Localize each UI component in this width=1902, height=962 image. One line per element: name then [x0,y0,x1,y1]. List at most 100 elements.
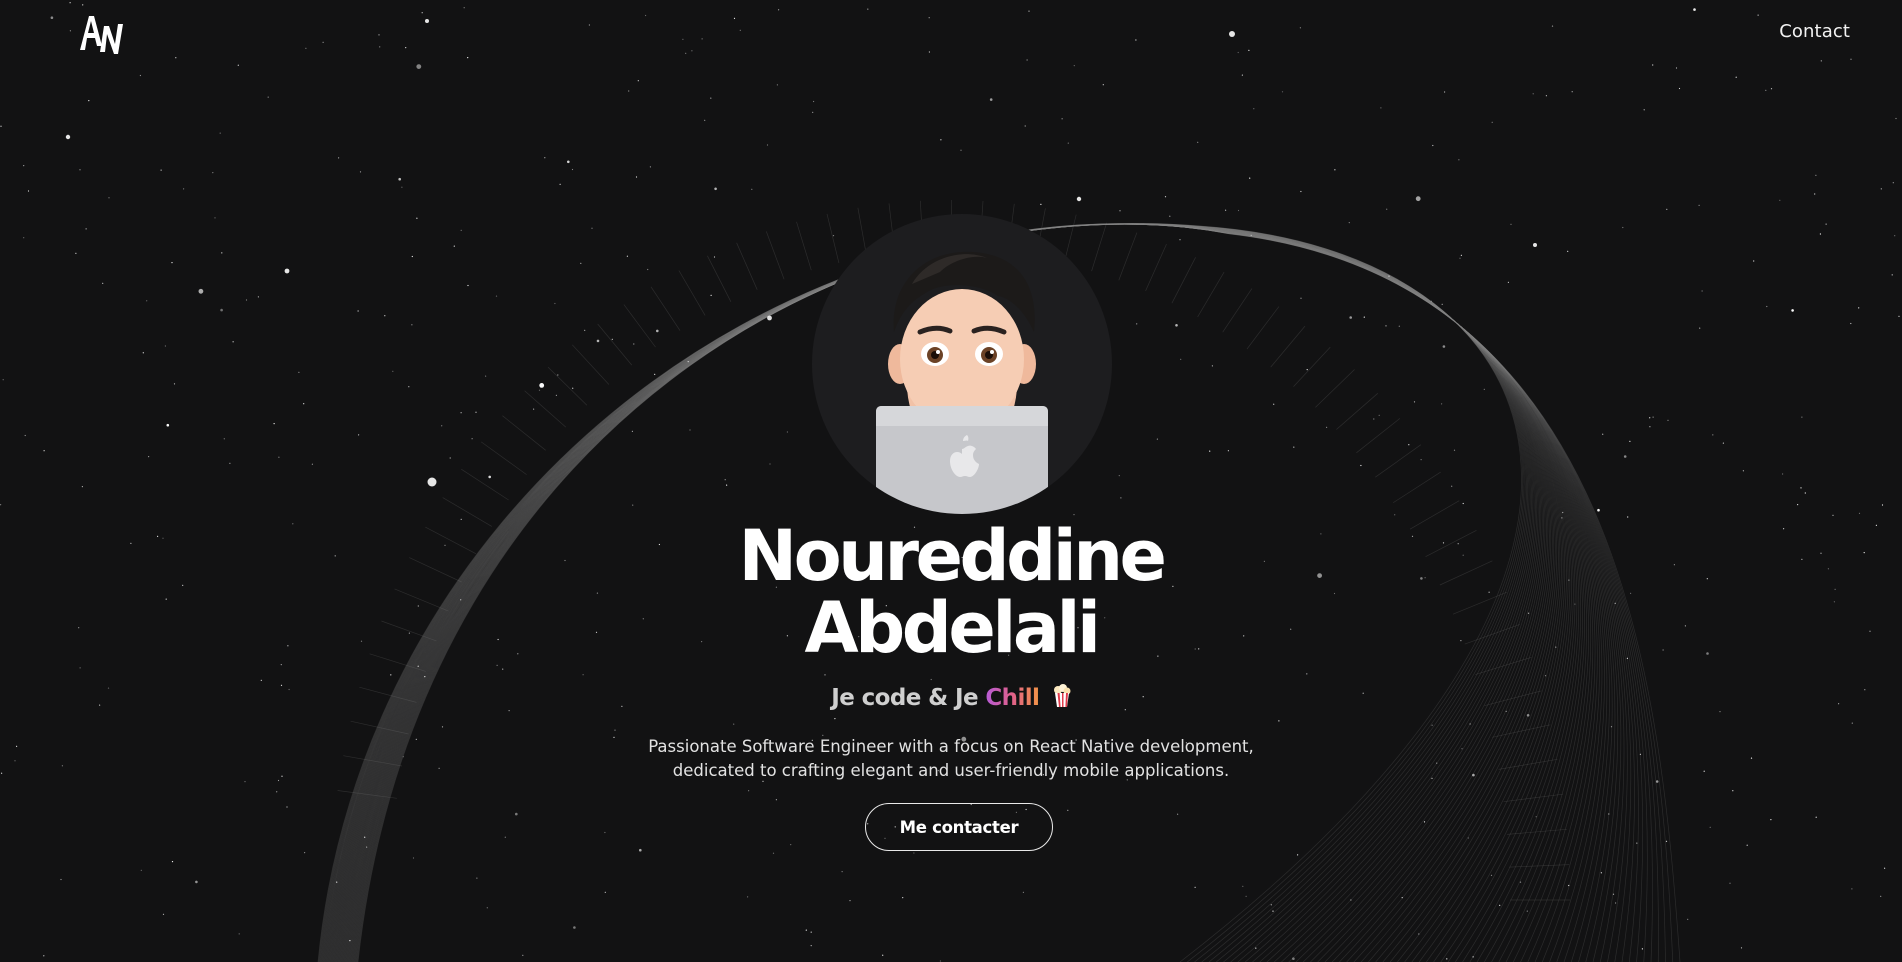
star [1709,826,1711,828]
star [1413,401,1416,403]
star [1641,948,1643,950]
star [989,98,993,101]
star [1179,239,1181,241]
star [0,504,2,506]
star [27,190,30,192]
logo-an-icon[interactable] [78,12,124,54]
star [580,262,582,264]
star [171,262,173,264]
star [733,723,735,725]
star [475,411,477,413]
star [1571,91,1573,93]
star [1446,958,1448,960]
mesh-line [1197,271,1225,318]
star [1229,31,1235,37]
star [405,47,407,49]
star [1255,947,1257,949]
star [1891,274,1893,276]
avatar [812,214,1112,514]
star [645,14,647,17]
star [1119,210,1121,212]
star [1858,307,1860,309]
star [1380,107,1382,109]
star [591,227,593,229]
star [1757,14,1759,16]
star [1350,899,1352,901]
star [1526,910,1528,912]
hero-bio: Passionate Software Engineer with a focu… [0,735,1902,783]
star [284,268,290,274]
star [710,97,712,99]
star [366,846,368,848]
star [1194,886,1196,888]
star [928,51,931,53]
star [1245,895,1247,898]
star [1722,442,1724,444]
star [424,676,426,678]
star [1136,323,1138,325]
memoji-avatar-with-laptop-icon [876,251,1048,514]
star [1297,854,1299,856]
star [1385,325,1387,327]
star [1281,91,1284,93]
star [273,423,275,425]
star [1028,10,1030,12]
mesh-line [623,304,656,348]
star [460,412,462,414]
star [1248,49,1250,52]
star [1250,234,1252,236]
nav-contact-link[interactable]: Contact [1779,21,1850,42]
star [882,954,884,956]
star [604,831,606,834]
star [1460,254,1462,256]
star [238,933,240,935]
star [939,960,942,962]
mesh-line [461,468,509,501]
star [1242,885,1244,888]
star [726,484,728,486]
star [654,373,656,375]
star [1627,516,1629,518]
star [392,370,394,372]
star [588,24,591,26]
star [704,119,706,121]
star [496,664,498,667]
star [1687,918,1689,921]
star [467,284,469,287]
star [1118,475,1120,477]
star [338,157,340,159]
star [1735,76,1737,78]
star [1797,504,1799,506]
star [810,931,812,933]
star [164,345,166,347]
star [286,806,288,808]
star [1510,223,1512,225]
star [1622,226,1624,229]
star [82,4,84,6]
star [1825,223,1827,225]
mesh-line [572,344,610,385]
star [1499,904,1501,906]
star [1693,8,1696,11]
star [584,329,586,331]
star [1451,485,1453,487]
star [1306,673,1308,675]
mesh-line [1145,243,1167,292]
star [813,100,815,103]
star [1349,316,1352,319]
star [1067,142,1069,144]
star [1300,190,1302,193]
star [1850,322,1852,325]
star [1472,956,1474,958]
star [379,46,381,48]
star [276,791,278,793]
star [60,878,62,881]
mesh-line [826,213,840,263]
bio-line-2: dedicated to crafting elegant and user-f… [672,761,1230,780]
star [237,64,239,66]
star [1102,84,1104,86]
star [364,836,366,838]
contact-me-button[interactable]: Me contacter [865,803,1053,851]
star [739,29,741,31]
star [1699,327,1701,329]
